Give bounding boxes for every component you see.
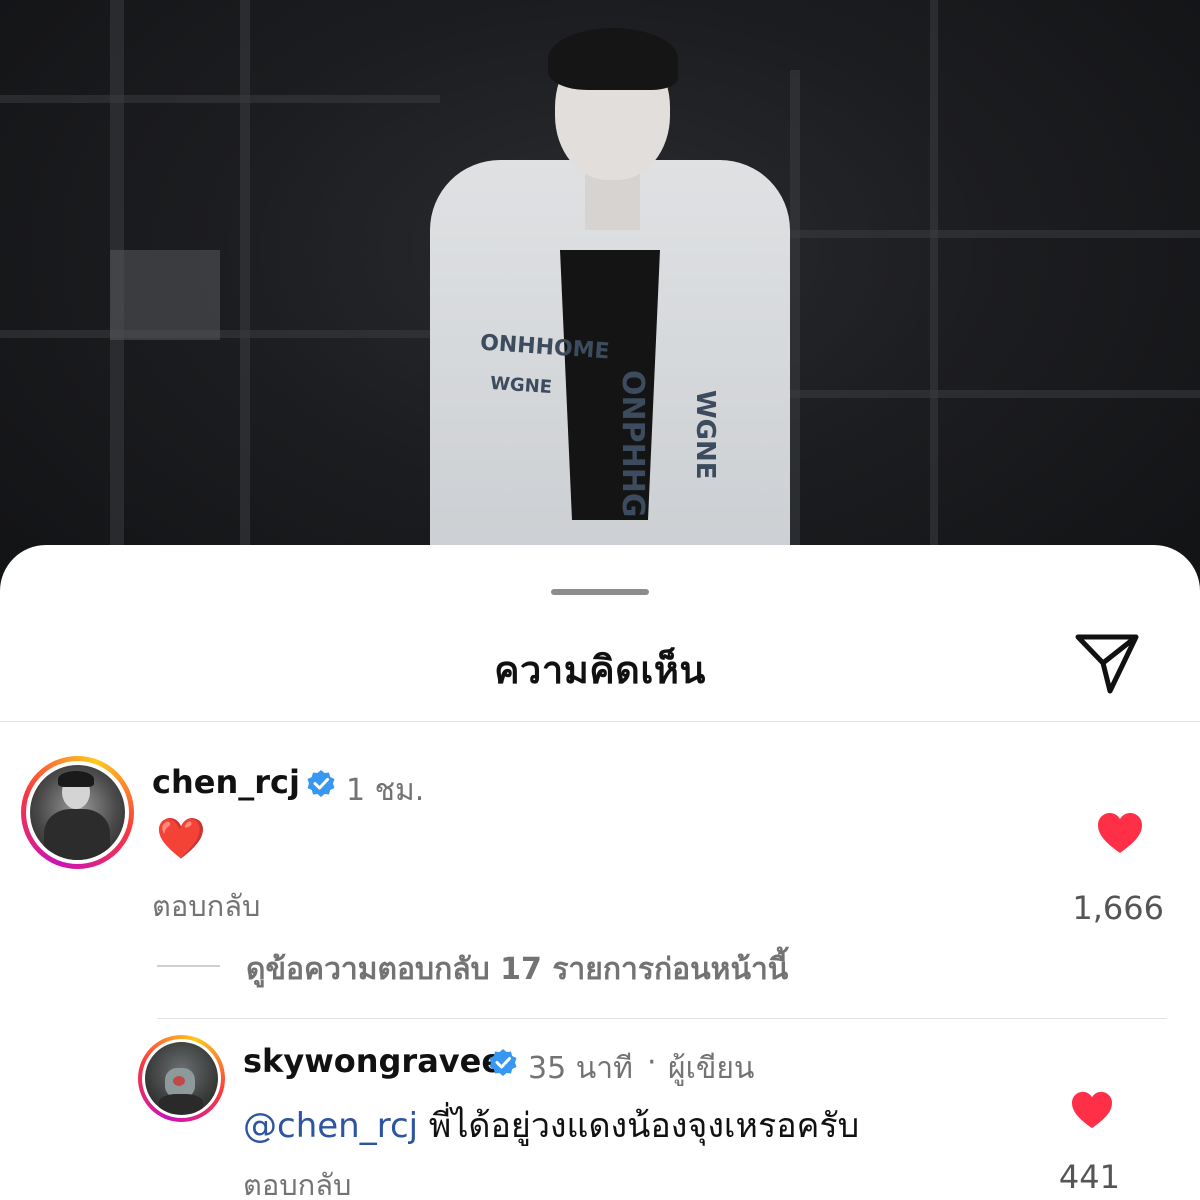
like-count: 441 bbox=[1058, 1158, 1120, 1196]
comment-username[interactable]: chen_rcj bbox=[152, 763, 300, 801]
avatar[interactable] bbox=[21, 756, 134, 869]
sheet-grabber[interactable] bbox=[551, 589, 649, 595]
verified-badge-icon bbox=[307, 770, 335, 797]
comment-text: พี่ได้อยู่วงแดงน้องจุงเหรอครับ bbox=[428, 1106, 860, 1146]
replies-line bbox=[157, 965, 220, 967]
verified-badge-icon bbox=[489, 1049, 517, 1076]
paper-plane-icon bbox=[1075, 634, 1139, 694]
meta-separator: · bbox=[647, 1045, 657, 1080]
comments-sheet: ความคิดเห็น chen_rcj 1 ชม. ❤️ ตอบกลับ 1,… bbox=[0, 545, 1200, 1200]
header-divider bbox=[0, 721, 1200, 722]
comment-time: 1 ชม. bbox=[346, 773, 425, 808]
avatar[interactable] bbox=[138, 1035, 225, 1122]
author-tag: ผู้เขียน bbox=[668, 1051, 755, 1086]
heart-icon[interactable] bbox=[1070, 1090, 1114, 1130]
reply-divider bbox=[157, 1018, 1167, 1019]
reply-button[interactable]: ตอบกลับ bbox=[152, 883, 260, 929]
comment-text: ❤️ bbox=[156, 816, 206, 862]
mention-link[interactable]: @chen_rcj bbox=[243, 1106, 418, 1146]
comment-username[interactable]: skywongravee bbox=[243, 1042, 503, 1080]
reply-button[interactable]: ตอบกลับ bbox=[243, 1162, 351, 1200]
comment-time: 35 นาที bbox=[528, 1051, 633, 1086]
comment-text-row: @chen_rcj พี่ได้อยู่วงแดงน้องจุงเหรอครับ bbox=[243, 1098, 859, 1152]
share-button[interactable] bbox=[1070, 625, 1144, 699]
heart-icon[interactable] bbox=[1096, 811, 1144, 855]
view-replies-button[interactable]: ดูข้อความตอบกลับ 17 รายการก่อนหน้านี้ bbox=[246, 946, 788, 993]
sheet-title: ความคิดเห็น bbox=[494, 648, 706, 692]
post-photo: ONHHOME WGNE ONPHHG WGNE bbox=[0, 0, 1200, 620]
like-count: 1,666 bbox=[1072, 889, 1164, 927]
